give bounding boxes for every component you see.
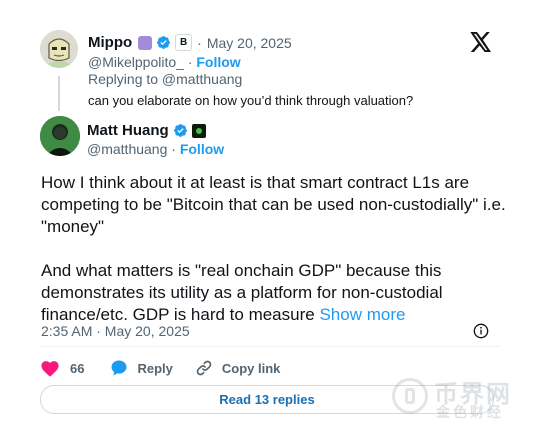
copy-link-button[interactable]: Copy link bbox=[195, 359, 281, 377]
tweet-embed-card: Mippo B · May 20, 2025 @Mikelppolito_ · … bbox=[0, 0, 537, 434]
avatar-mippo-image bbox=[40, 30, 78, 68]
separator-dot: · bbox=[197, 34, 202, 51]
reply-button[interactable]: Reply bbox=[110, 359, 173, 377]
x-logo-icon[interactable] bbox=[470, 32, 492, 52]
tweet-body: How I think about it at least is that sm… bbox=[41, 172, 511, 326]
copy-link-label: Copy link bbox=[221, 360, 281, 376]
avatar-matt-huang[interactable] bbox=[40, 116, 80, 156]
like-count: 66 bbox=[70, 360, 85, 376]
read-replies-button[interactable]: Read 13 replies bbox=[40, 385, 494, 414]
speech-bubble-icon bbox=[111, 360, 127, 376]
tweet-handle[interactable]: @matthuang bbox=[87, 141, 167, 157]
separator-dot: · bbox=[171, 141, 176, 157]
tweet-handle-row: @matthuang · Follow bbox=[87, 141, 224, 157]
reply-handle-row: @Mikelppolito_ · Follow bbox=[88, 54, 241, 70]
tweet-paragraph-1: How I think about it at least is that sm… bbox=[41, 173, 506, 236]
follow-button[interactable]: Follow bbox=[196, 54, 240, 70]
avatar-mippo[interactable] bbox=[40, 30, 78, 68]
like-button[interactable]: 66 bbox=[40, 359, 84, 377]
reply-author-name[interactable]: Mippo bbox=[88, 34, 132, 51]
thread-connector-line bbox=[58, 76, 60, 111]
follow-button[interactable]: Follow bbox=[180, 141, 224, 157]
purple-affiliate-badge-icon bbox=[138, 35, 153, 50]
tweet-timestamp[interactable]: 2:35 AM · May 20, 2025 bbox=[41, 323, 190, 339]
replying-to-label[interactable]: Replying to @matthuang bbox=[88, 71, 242, 87]
tweet-author-name[interactable]: Matt Huang bbox=[87, 122, 169, 139]
verified-check-icon bbox=[173, 124, 187, 137]
heart-icon bbox=[41, 361, 59, 377]
link-icon bbox=[196, 360, 212, 376]
affiliate-b-badge-icon: B bbox=[175, 34, 193, 51]
reply-author-row: Mippo B · May 20, 2025 bbox=[88, 34, 292, 51]
reply-text: can you elaborate on how you’d think thr… bbox=[88, 93, 414, 108]
divider bbox=[40, 346, 500, 347]
info-icon[interactable] bbox=[473, 323, 489, 339]
tweet-actions: 66 Reply Copy link bbox=[40, 357, 280, 379]
show-more-link[interactable]: Show more bbox=[319, 305, 405, 324]
tweet-author-row: Matt Huang bbox=[87, 122, 206, 139]
affiliate-green-badge-icon bbox=[191, 123, 206, 138]
reply-handle[interactable]: @Mikelppolito_ bbox=[88, 54, 184, 70]
reply-label: Reply bbox=[137, 360, 173, 376]
reply-date[interactable]: May 20, 2025 bbox=[207, 35, 292, 51]
separator-dot: · bbox=[187, 54, 193, 70]
tweet-paragraph-2: And what matters is "real onchain GDP" b… bbox=[41, 260, 511, 326]
verified-check-icon bbox=[157, 36, 171, 49]
avatar-matt-huang-image bbox=[40, 116, 80, 156]
